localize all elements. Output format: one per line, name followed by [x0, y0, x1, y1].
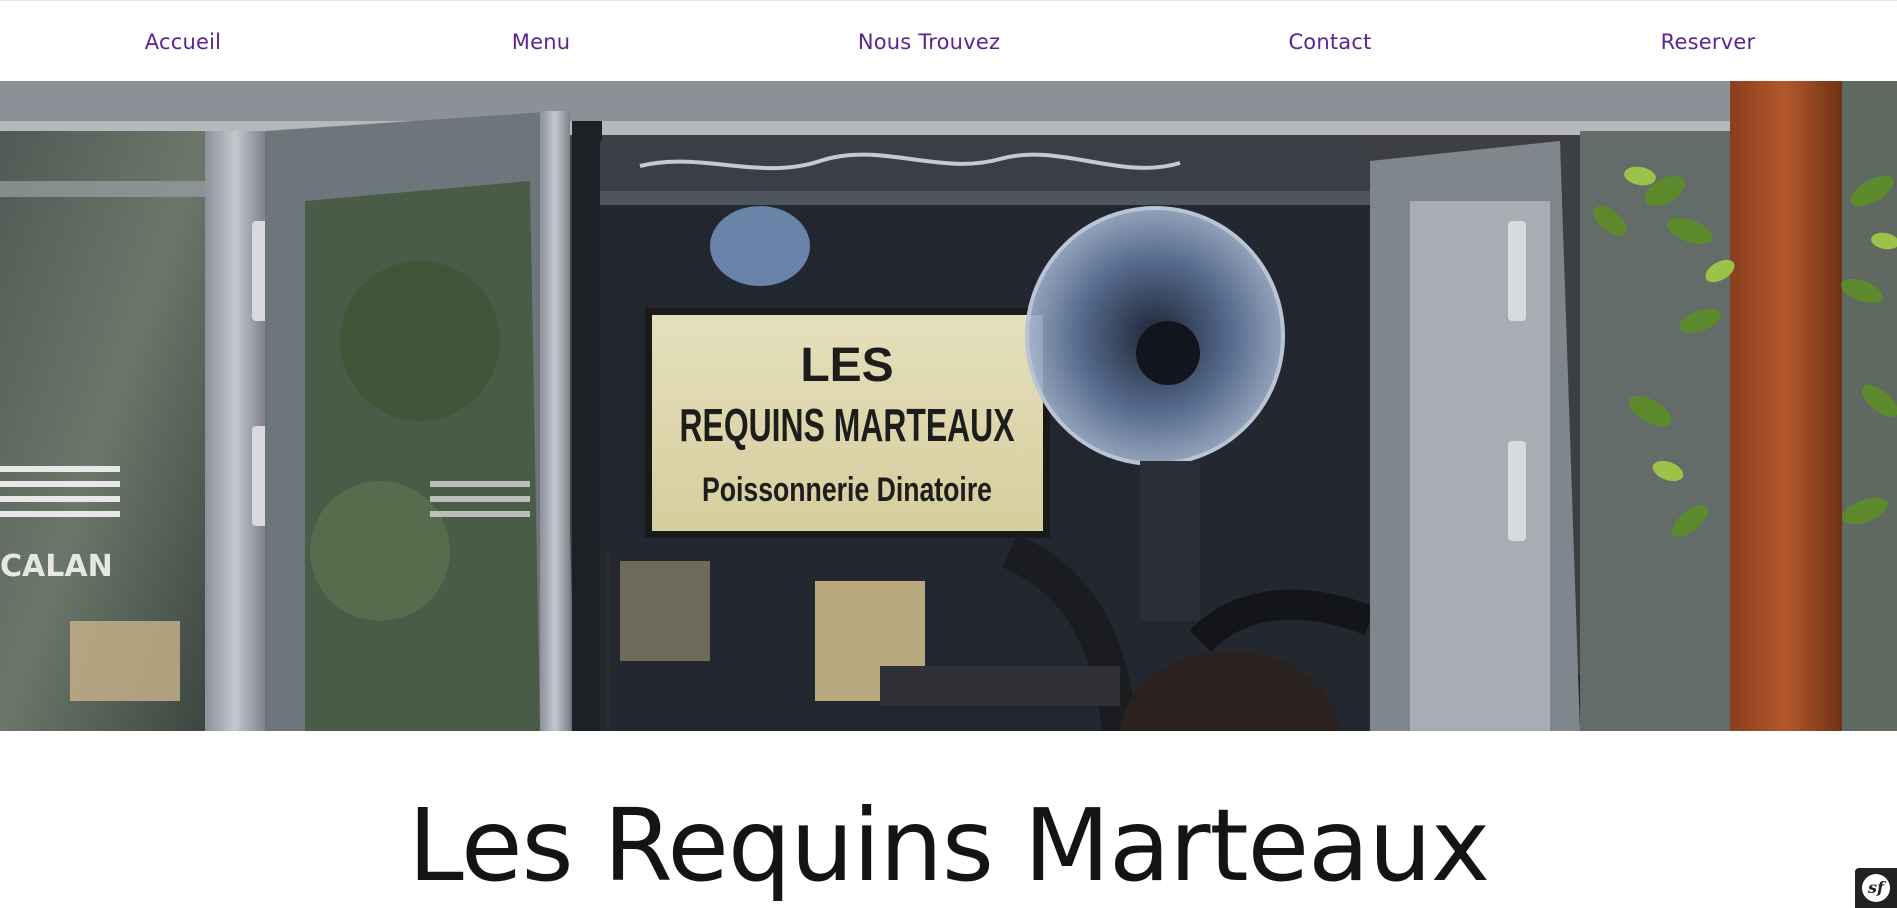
hero-window-text: CALAN	[0, 549, 113, 584]
sign-text-requins-marteaux: REQUINS MARTEAUX	[680, 399, 1015, 451]
nav-link-reserver[interactable]: Reserver	[1661, 28, 1756, 56]
hero-image: CALAN LES REQUINS MARTEAUX Poissonnerie …	[0, 81, 1897, 731]
symfony-toolbar-toggle[interactable]: sf	[1855, 868, 1897, 908]
symfony-logo-icon: sf	[1862, 874, 1890, 902]
nav-link-nous-trouvez[interactable]: Nous Trouvez	[858, 28, 1000, 56]
page-title: Les Requins Marteaux	[407, 787, 1490, 904]
sign-text-poissonnerie: Poissonnerie Dinatoire	[702, 471, 992, 509]
nav-link-menu[interactable]: Menu	[512, 28, 570, 56]
nav-link-accueil[interactable]: Accueil	[145, 28, 221, 56]
nav-link-contact[interactable]: Contact	[1288, 28, 1371, 56]
sign-text-les: LES	[800, 339, 893, 392]
main-navbar: Accueil Menu Nous Trouvez Contact Reserv…	[0, 0, 1897, 81]
